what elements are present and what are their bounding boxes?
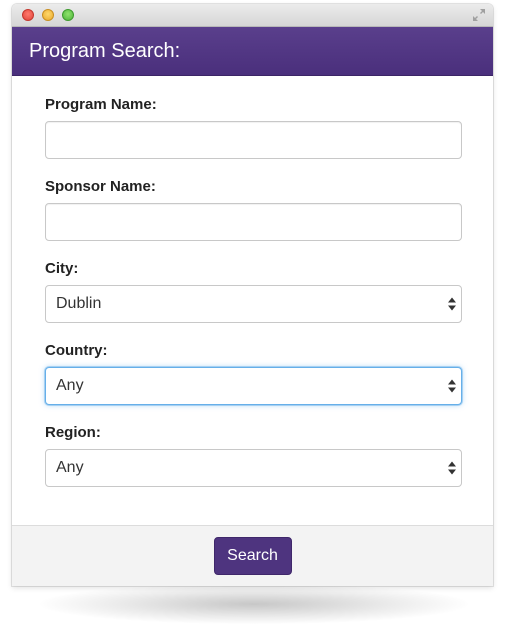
country-select[interactable]: Any: [45, 367, 462, 405]
app-window: Program Search: Program Name: Sponsor Na…: [12, 4, 493, 586]
country-selected-value: Any: [56, 377, 84, 394]
select-arrows-icon: [447, 296, 457, 312]
form-footer: Search: [12, 525, 493, 586]
fullscreen-arrows-icon[interactable]: [471, 7, 487, 23]
window-shadow: [40, 584, 468, 624]
page-title: Program Search:: [29, 39, 181, 62]
select-arrows-icon: [447, 460, 457, 476]
program-name-label: Program Name:: [45, 96, 157, 113]
search-form: Program Name: Sponsor Name: City: Dublin…: [12, 96, 493, 487]
program-name-input[interactable]: [45, 121, 462, 159]
sponsor-name-input[interactable]: [45, 203, 462, 241]
zoom-window-button[interactable]: [62, 9, 74, 21]
page-header: Program Search:: [12, 27, 493, 76]
country-label: Country:: [45, 342, 108, 359]
close-window-button[interactable]: [22, 9, 34, 21]
city-selected-value: Dublin: [56, 295, 102, 312]
sponsor-name-label: Sponsor Name:: [45, 178, 156, 195]
city-select[interactable]: Dublin: [45, 285, 462, 323]
region-select[interactable]: Any: [45, 449, 462, 487]
city-label: City:: [45, 260, 79, 277]
region-selected-value: Any: [56, 459, 84, 476]
title-bar: [12, 4, 493, 27]
select-arrows-icon: [447, 378, 457, 394]
region-label: Region:: [45, 424, 101, 441]
search-button[interactable]: Search: [213, 537, 292, 575]
minimize-window-button[interactable]: [42, 9, 54, 21]
